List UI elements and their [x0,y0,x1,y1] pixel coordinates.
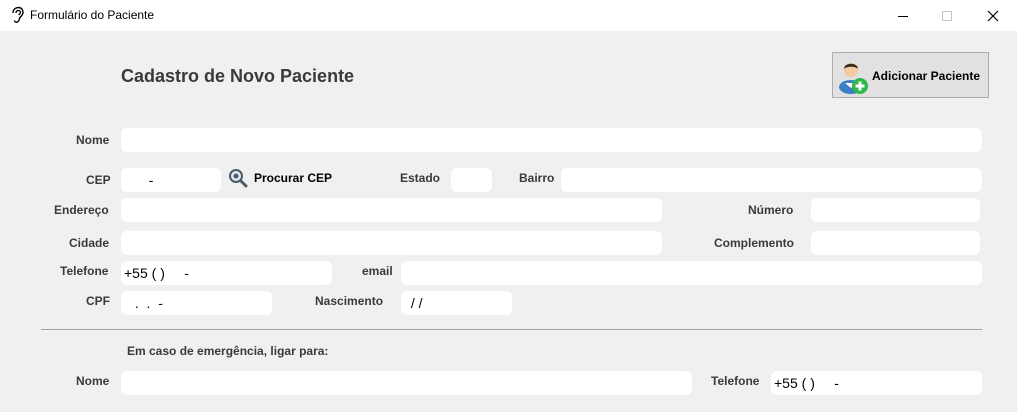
minimize-button[interactable] [880,0,926,31]
email-field[interactable] [401,261,982,285]
endereco-field[interactable] [121,198,662,222]
telefone-field[interactable]: +55 ( ) - [121,261,332,285]
emergency-telefone-label: Telefone [711,374,760,388]
bairro-field[interactable] [561,168,982,192]
bairro-label: Bairro [519,171,555,185]
cep-field[interactable]: - [121,168,221,192]
search-cep-button[interactable]: Procurar CEP [228,168,340,190]
complemento-field[interactable] [811,231,980,255]
magnifier-icon [229,169,248,188]
window-title: Formulário do Paciente [30,8,155,22]
numero-label: Número [748,203,794,217]
title-bar: Formulário do Paciente [0,0,1017,31]
cidade-label: Cidade [69,236,110,250]
nome-label: Nome [76,133,110,147]
emergency-heading: Em caso de emergência, ligar para: [127,344,329,358]
telefone-label: Telefone [60,264,109,278]
nome-field[interactable] [121,128,982,152]
close-button[interactable] [970,0,1016,31]
emergency-telefone-field[interactable]: +55 ( ) - [771,371,982,395]
maximize-icon [942,10,952,21]
minimize-icon [898,15,908,17]
estado-field[interactable] [451,168,492,192]
form-heading: Cadastro de Novo Paciente [121,66,355,86]
estado-label: Estado [400,171,441,185]
section-divider [41,329,982,330]
endereco-label: Endereço [54,203,109,217]
add-patient-label: Adicionar Paciente [872,69,981,83]
cep-label: CEP [86,173,111,187]
ear-icon [12,6,24,23]
complemento-label: Complemento [714,236,795,250]
search-cep-label: Procurar CEP [254,171,333,185]
numero-field[interactable] [811,198,980,222]
emergency-nome-label: Nome [76,374,110,388]
cpf-field[interactable]: . . - [121,291,272,315]
nascimento-label: Nascimento [315,294,384,308]
add-patient-button[interactable]: Adicionar Paciente [832,52,989,98]
patient-form-window: Formulário do Paciente Cadastro de Novo … [0,0,1017,412]
email-label: email [362,264,393,278]
cpf-label: CPF [86,294,110,308]
nascimento-field[interactable]: / / [401,291,512,315]
emergency-nome-field[interactable] [121,371,692,395]
close-icon [987,10,999,21]
add-user-icon [839,63,868,94]
cidade-field[interactable] [121,231,662,255]
maximize-button[interactable] [924,0,970,31]
